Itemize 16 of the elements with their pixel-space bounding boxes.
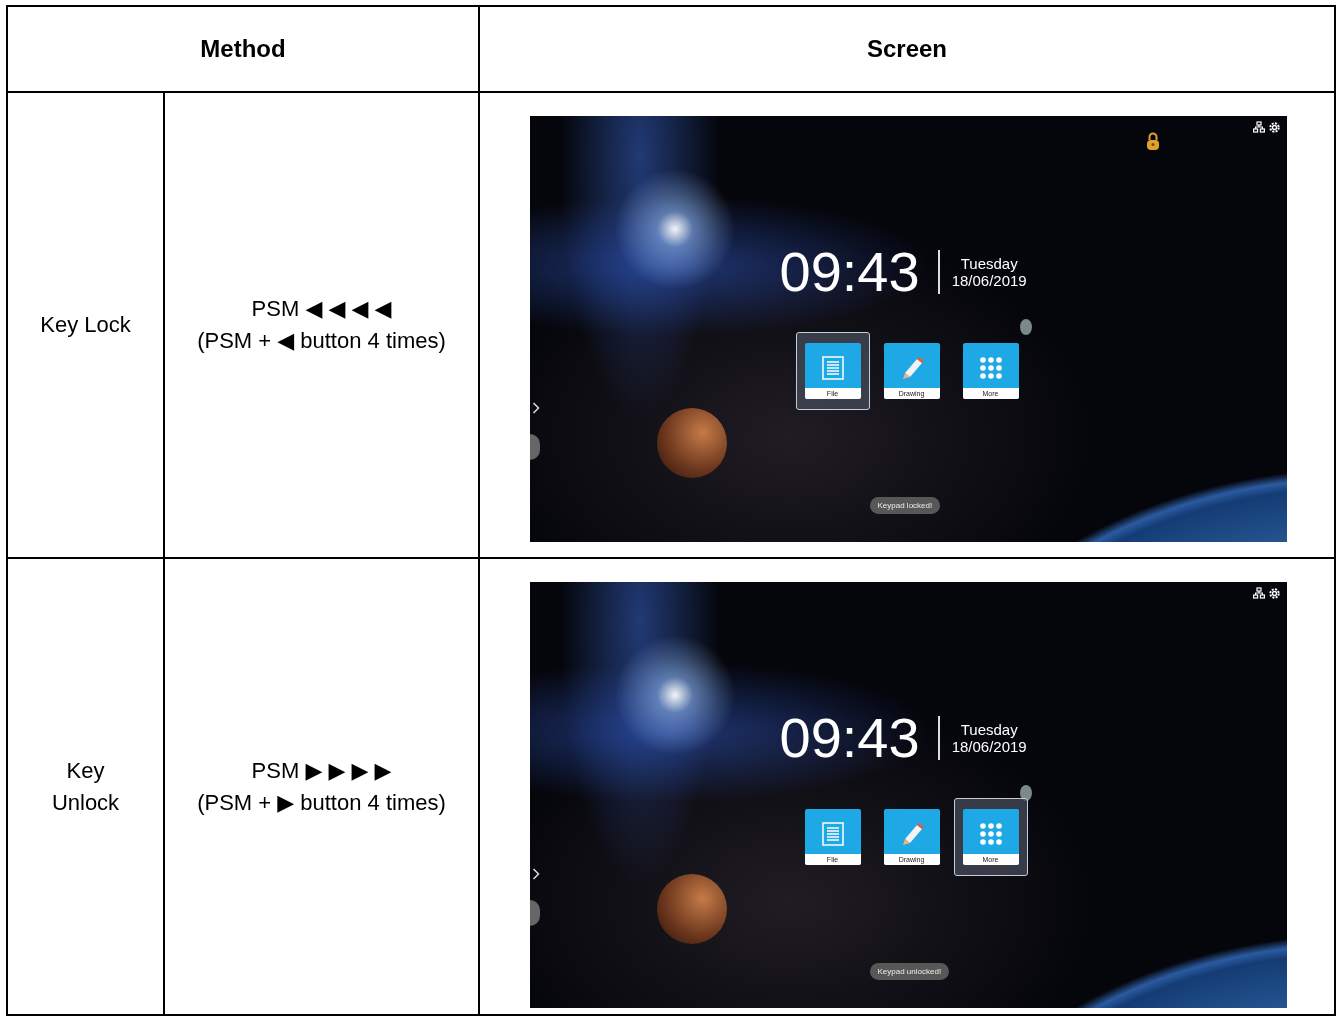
toast-message: Keypad locked!	[869, 497, 941, 514]
method-name: Key Lock	[7, 92, 164, 558]
date-text: 18/06/2019	[951, 272, 1027, 290]
column-header: Screen	[479, 6, 1335, 92]
key-sequence: PSM ◀ ◀ ◀ ◀	[250, 295, 393, 324]
clock-time: 09:43	[779, 244, 920, 300]
toast-message: Keypad unlocked!	[869, 963, 950, 980]
key-description: (PSM + ▶ button 4 times)	[196, 788, 447, 817]
weekday-text: Tuesday	[960, 720, 1018, 738]
date-text: 18/06/2019	[951, 738, 1027, 756]
method-name: Key Unlock	[7, 558, 164, 1015]
clock-time: 09:43	[779, 710, 920, 766]
weekday-text: Tuesday	[960, 254, 1018, 272]
column-header: Method	[7, 6, 479, 92]
key-sequence: PSM ▶ ▶ ▶ ▶	[250, 756, 393, 785]
key-description: (PSM + ◀ button 4 times)	[196, 327, 447, 355]
